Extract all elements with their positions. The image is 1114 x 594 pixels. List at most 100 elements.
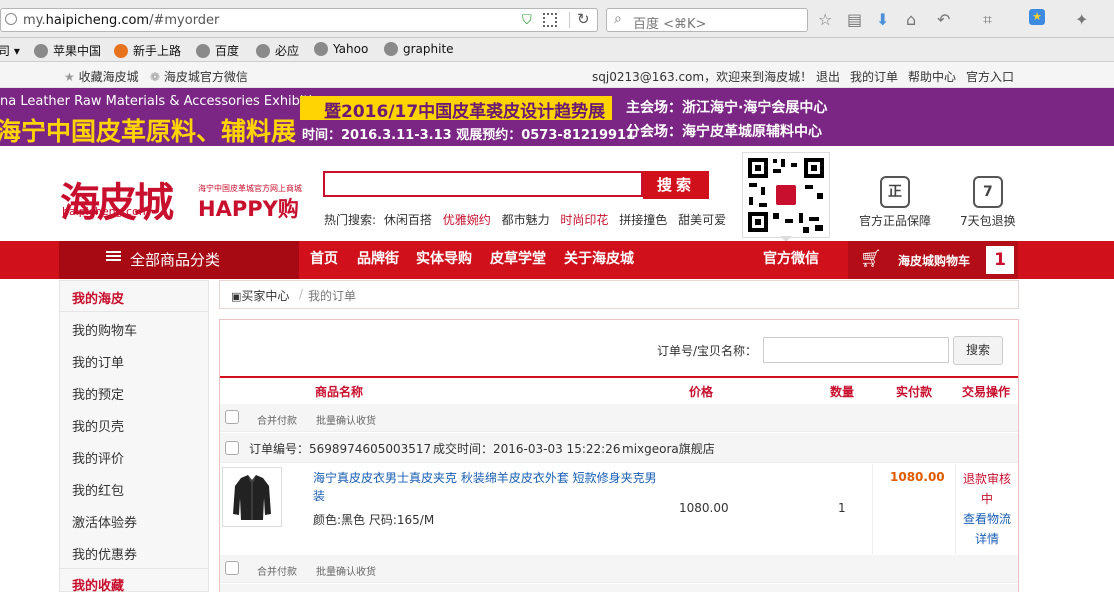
sidebar-item-cart[interactable]: 我的购物车 [72, 320, 137, 339]
extension-icon[interactable]: ★ [1029, 9, 1045, 25]
nav-fur-school[interactable]: 皮草学堂 [490, 241, 546, 279]
hot-label: 热门搜索: [324, 213, 377, 227]
bookmarks-menu[interactable]: 司 ▾ [0, 42, 20, 59]
nav-home[interactable]: 首页 [310, 241, 338, 279]
breadcrumb-separator: / [299, 287, 304, 301]
sidebar-item-reviews[interactable]: 我的评价 [72, 448, 124, 467]
logo-happy: HAPPY购 [198, 197, 299, 221]
cart-count-badge: 1 [986, 246, 1014, 274]
order-search-button[interactable]: 搜索 [953, 336, 1003, 365]
select-all-checkbox-bottom[interactable] [225, 561, 239, 575]
search-icon: ⌕ [614, 11, 622, 27]
shield-icon[interactable]: ⛉ [522, 13, 532, 28]
sidebar-item-shells[interactable]: 我的贝壳 [72, 416, 124, 435]
url-text: my.haipicheng.com/#myorder [23, 13, 220, 28]
col-actions: 交易操作 [962, 385, 1011, 399]
browser-toolbar: my.haipicheng.com/#myorder ⛉ ↻ ⌕ 百度 <⌘K>… [0, 0, 1114, 38]
hot-term[interactable]: 优雅婉约 [443, 213, 491, 227]
browser-search-input[interactable]: ⌕ 百度 <⌘K> [606, 8, 808, 32]
bookmark-item[interactable]: 百度 [196, 42, 239, 59]
exhibition-banner[interactable]: na Leather Raw Materials & Accessories E… [0, 88, 1114, 146]
bookmark-item[interactable]: 新手上路 [114, 42, 181, 59]
site-topbar: ★ 收藏海皮城 ❁ 海皮城官方微信 sqj0213@163.com，欢迎来到海皮… [0, 62, 1114, 88]
site-search-button[interactable]: 搜索 [643, 171, 709, 199]
qrcode-icon[interactable] [543, 13, 557, 27]
bookmarks-bar: 司 ▾ 苹果中国 新手上路 百度 必应 Yahoo graphite [0, 38, 1114, 62]
reload-icon[interactable]: ↻ [577, 10, 590, 28]
view-logistics-link[interactable]: 查看物流详情 [960, 509, 1014, 549]
col-quantity: 数量 [830, 385, 855, 399]
sidebar-item-coupons[interactable]: 我的优惠券 [72, 544, 137, 563]
banner-cn-title: 海宁中国皮革原料、辅料展 [0, 117, 297, 146]
official-entry-link[interactable]: 官方入口 [966, 68, 1014, 85]
hot-term[interactable]: 拼接撞色 [619, 213, 667, 227]
hot-term[interactable]: 时尚印花 [560, 213, 608, 227]
nav-about[interactable]: 关于海皮城 [564, 241, 634, 279]
site-search-input[interactable] [323, 171, 643, 197]
item-price: 1080.00 [679, 501, 729, 515]
seven-day-return[interactable]: 7 7天包退换 [960, 176, 1016, 229]
help-center-link[interactable]: 帮助中心 [908, 68, 956, 85]
breadcrumb-root[interactable]: ▣买家中心 [231, 287, 289, 304]
puzzle-icon[interactable]: ✦ [1075, 10, 1088, 29]
nav-store-guide[interactable]: 实体导购 [416, 241, 472, 279]
bulk-confirm-button-bottom[interactable]: 批量确认收货 [316, 563, 376, 578]
bulk-confirm-button[interactable]: 批量确认收货 [316, 412, 376, 427]
globe-icon [384, 42, 398, 56]
banner-highlight: 暨2016/17中国皮革裘皮设计趋势展 [300, 96, 612, 122]
product-image[interactable] [222, 467, 282, 527]
all-categories-label: 全部商品分类 [130, 251, 221, 269]
logout-link[interactable]: 退出 [816, 68, 840, 85]
merge-pay-button[interactable]: 合并付款 [257, 412, 297, 427]
banner-venue-sub: 分会场：海宁皮革城原辅料中心 [626, 124, 822, 140]
column-divider [955, 464, 956, 554]
bookmark-item[interactable]: graphite [384, 42, 454, 56]
order-number: 订单编号：5698974605003517 [249, 442, 432, 456]
hot-term[interactable]: 甜美可爱 [678, 213, 726, 227]
bookmark-star-icon[interactable]: ☆ [818, 10, 832, 29]
order-shop[interactable]: mixgeora旗舰店 [622, 440, 715, 457]
breadcrumb: ▣买家中心 / 我的订单 [219, 280, 1019, 309]
undo-icon[interactable]: ↶ [937, 10, 950, 29]
hot-searches: 热门搜索: 休闲百搭 优雅婉约 都市魅力 时尚印花 拼接撞色 甜美可爱 [324, 211, 733, 228]
authentic-label: 官方正品保障 [859, 214, 932, 228]
all-categories-button[interactable]: 全部商品分类 [59, 241, 299, 279]
my-orders-link[interactable]: 我的订单 [850, 68, 898, 85]
url-bar[interactable]: my.haipicheng.com/#myorder ⛉ ↻ [0, 8, 598, 32]
reader-icon[interactable]: ▤ [847, 10, 862, 29]
site-logo[interactable]: 海皮城 [60, 170, 174, 228]
crop-icon[interactable]: ⌗ [983, 10, 992, 30]
order-search-input[interactable] [763, 337, 949, 363]
col-price: 价格 [689, 385, 714, 399]
image-icon: ▣ [231, 290, 242, 303]
order-checkbox[interactable] [225, 441, 239, 455]
nav-brand-street[interactable]: 品牌街 [357, 241, 399, 279]
hot-term[interactable]: 都市魅力 [502, 213, 550, 227]
sidebar-item-reservations[interactable]: 我的预定 [72, 384, 124, 403]
bookmark-item[interactable]: 苹果中国 [34, 42, 101, 59]
product-title-link[interactable]: 海宁真皮皮衣男士真皮夹克 秋装绵羊皮皮衣外套 短款修身夹克男装 [313, 469, 663, 505]
apple-icon [34, 44, 48, 58]
add-favorite-link[interactable]: ★ 收藏海皮城 [64, 68, 139, 85]
sidebar-heading-favorites[interactable]: 我的收藏 [72, 575, 124, 594]
download-icon[interactable]: ⬇ [876, 10, 889, 29]
nav-wechat[interactable]: 官方微信 [763, 241, 819, 279]
cart-button[interactable]: 🛒︎ 海皮城购物车 1 [848, 241, 1018, 279]
merge-pay-button-bottom[interactable]: 合并付款 [257, 563, 297, 578]
hot-term[interactable]: 休闲百搭 [384, 213, 432, 227]
home-icon[interactable]: ⌂ [906, 10, 916, 29]
col-paid: 实付款 [896, 385, 933, 399]
cart-label: 海皮城购物车 [898, 254, 971, 268]
select-all-checkbox[interactable] [225, 410, 239, 424]
product-spec: 颜色:黑色 尺码:165/M [313, 513, 435, 527]
wechat-icon: ❁ [150, 70, 161, 84]
banner-highlight-text: 暨2016/17中国皮革裘皮设计趋势展 [324, 102, 606, 122]
bookmark-item[interactable]: Yahoo [314, 42, 368, 56]
authentic-guarantee[interactable]: 正 官方正品保障 [859, 176, 931, 229]
sidebar-item-orders[interactable]: 我的订单 [72, 352, 124, 371]
sidebar-item-activate-voucher[interactable]: 激活体验券 [72, 512, 137, 531]
bookmark-item[interactable]: 必应 [256, 42, 299, 59]
wechat-link[interactable]: ❁ 海皮城官方微信 [150, 68, 248, 85]
sidebar-heading-my-haipi[interactable]: 我的海皮 [72, 288, 124, 307]
sidebar-item-red-packets[interactable]: 我的红包 [72, 480, 124, 499]
